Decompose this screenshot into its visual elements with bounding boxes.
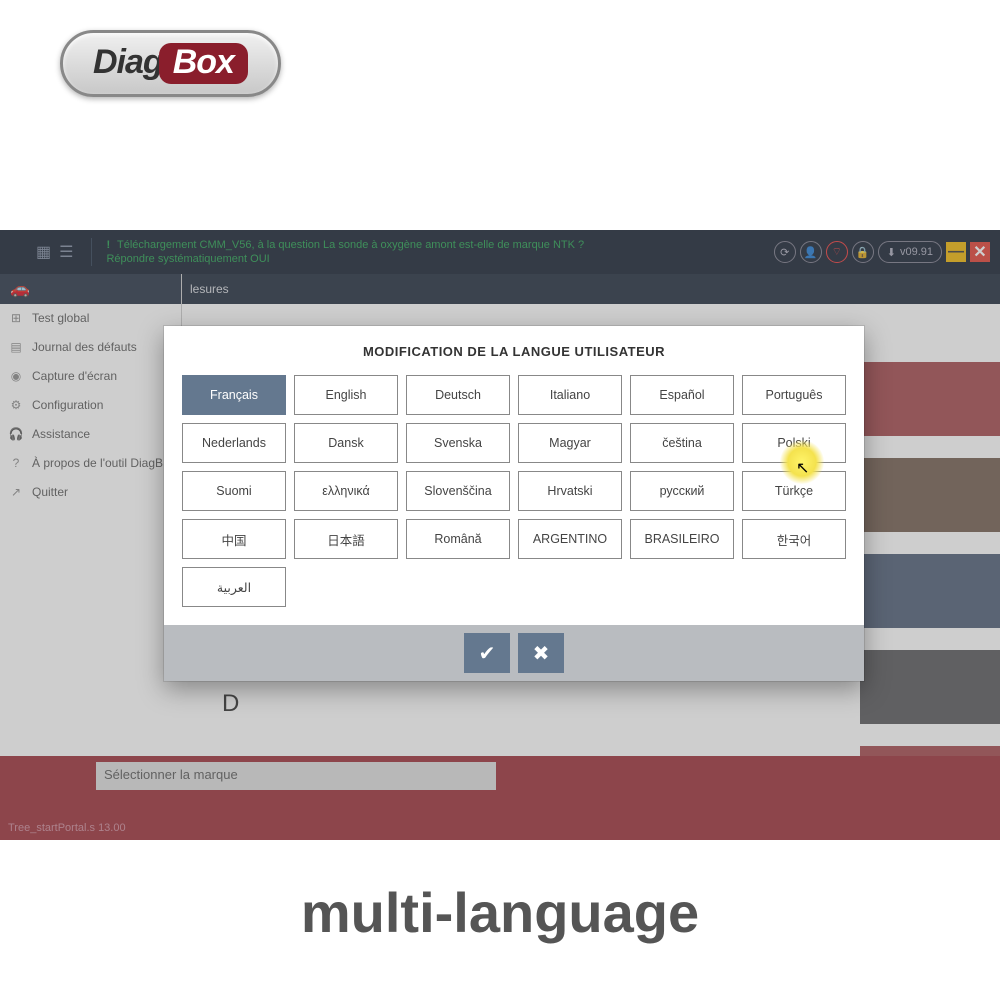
minimize-button[interactable]: — bbox=[946, 242, 966, 262]
sidebar-item-icon: ? bbox=[8, 456, 24, 470]
sidebar-item-4[interactable]: 🎧 Assistance bbox=[0, 420, 181, 449]
language-option[interactable]: русский bbox=[630, 471, 734, 511]
language-option[interactable]: Italiano bbox=[518, 375, 622, 415]
language-option[interactable]: ARGENTINO bbox=[518, 519, 622, 559]
brand-text-diag: Diag bbox=[93, 43, 163, 82]
brand-text-box: Box bbox=[159, 43, 248, 84]
list-view-icon[interactable]: ☰ bbox=[59, 242, 73, 262]
grid-view-icon[interactable]: ▦ bbox=[36, 242, 51, 262]
notice-banner: ! Téléchargement CMM_V56, à la question … bbox=[91, 238, 611, 267]
brand-logo: DiagBox bbox=[60, 30, 281, 97]
sidebar-item-1[interactable]: ▤ Journal des défauts bbox=[0, 333, 181, 362]
category-row[interactable] bbox=[860, 650, 1000, 724]
notice-text: Téléchargement CMM_V56, à la question La… bbox=[106, 239, 584, 265]
close-window-button[interactable]: ✕ bbox=[970, 242, 990, 262]
check-icon: ✔ bbox=[479, 641, 496, 666]
category-row[interactable] bbox=[860, 554, 1000, 628]
sidebar: 🚗 ⊞ Test global▤ Journal des défauts◉ Ca… bbox=[0, 274, 182, 507]
language-option[interactable]: Español bbox=[630, 375, 734, 415]
sidebar-item-3[interactable]: ⚙ Configuration bbox=[0, 391, 181, 420]
background-letter: D bbox=[222, 690, 239, 718]
sidebar-item-label: Configuration bbox=[32, 398, 103, 412]
car-icon: 🚗 bbox=[10, 279, 30, 299]
wifi-icon[interactable]: ⌔ bbox=[826, 241, 848, 263]
sidebar-item-label: Test global bbox=[32, 311, 89, 325]
lock-icon[interactable]: 🔒 bbox=[852, 241, 874, 263]
sidebar-item-icon: ↗ bbox=[8, 485, 24, 499]
sidebar-item-label: À propos de l'outil DiagB bbox=[32, 456, 163, 470]
language-option[interactable]: Magyar bbox=[518, 423, 622, 463]
language-option[interactable]: Slovenščina bbox=[406, 471, 510, 511]
modal-title: MODIFICATION DE LA LANGUE UTILISATEUR bbox=[164, 326, 864, 375]
language-option[interactable]: ελληνικά bbox=[294, 471, 398, 511]
sidebar-item-icon: ▤ bbox=[8, 340, 24, 354]
sidebar-item-label: Assistance bbox=[32, 427, 90, 441]
bottom-bar: Sélectionner la marque Tree_startPortal.… bbox=[0, 756, 1000, 840]
tree-path: Tree_startPortal.s 13.00 bbox=[8, 822, 126, 834]
top-bar: ▦ ☰ ! Téléchargement CMM_V56, à la quest… bbox=[0, 230, 1000, 274]
sidebar-item-label: Capture d'écran bbox=[32, 369, 117, 383]
sidebar-item-0[interactable]: ⊞ Test global bbox=[0, 304, 181, 333]
language-option[interactable]: Français bbox=[182, 375, 286, 415]
category-row[interactable] bbox=[860, 362, 1000, 436]
language-option[interactable]: English bbox=[294, 375, 398, 415]
language-option[interactable]: Português bbox=[742, 375, 846, 415]
download-icon: ⬇ bbox=[887, 246, 896, 259]
language-option[interactable]: čeština bbox=[630, 423, 734, 463]
language-grid: FrançaisEnglishDeutschItalianoEspañolPor… bbox=[164, 375, 864, 625]
app-window: ▦ ☰ ! Téléchargement CMM_V56, à la quest… bbox=[0, 230, 1000, 840]
sub-toolbar-label: lesures bbox=[190, 282, 229, 296]
language-option[interactable]: Română bbox=[406, 519, 510, 559]
cursor-icon: ↖ bbox=[796, 458, 809, 478]
user-icon[interactable]: 👤 bbox=[800, 241, 822, 263]
language-option[interactable]: Dansk bbox=[294, 423, 398, 463]
language-option[interactable]: BRASILEIRO bbox=[630, 519, 734, 559]
language-option[interactable]: Deutsch bbox=[406, 375, 510, 415]
language-option[interactable]: 日本語 bbox=[294, 519, 398, 559]
category-row[interactable] bbox=[860, 458, 1000, 532]
sidebar-item-6[interactable]: ↗ Quitter bbox=[0, 478, 181, 507]
refresh-icon[interactable]: ⟳ bbox=[774, 241, 796, 263]
vehicle-tab[interactable]: 🚗 bbox=[0, 274, 181, 304]
language-modal: MODIFICATION DE LA LANGUE UTILISATEUR Fr… bbox=[164, 326, 864, 681]
language-option[interactable]: العربية bbox=[182, 567, 286, 607]
sidebar-item-5[interactable]: ? À propos de l'outil DiagB bbox=[0, 449, 181, 478]
version-badge[interactable]: ⬇ v09.91 bbox=[878, 241, 942, 263]
confirm-button[interactable]: ✔ bbox=[464, 633, 510, 673]
language-option[interactable]: Nederlands bbox=[182, 423, 286, 463]
sidebar-item-label: Journal des défauts bbox=[32, 340, 137, 354]
cancel-button[interactable]: ✖ bbox=[518, 633, 564, 673]
language-option[interactable]: Svenska bbox=[406, 423, 510, 463]
sidebar-item-label: Quitter bbox=[32, 485, 68, 499]
image-caption: multi-language bbox=[0, 880, 1000, 945]
sidebar-item-2[interactable]: ◉ Capture d'écran bbox=[0, 362, 181, 391]
close-icon: ✖ bbox=[533, 641, 550, 666]
language-option[interactable]: Suomi bbox=[182, 471, 286, 511]
language-option[interactable]: 한국어 bbox=[742, 519, 846, 559]
brand-select[interactable]: Sélectionner la marque bbox=[96, 762, 496, 790]
language-option[interactable]: Hrvatski bbox=[518, 471, 622, 511]
language-option[interactable]: 中国 bbox=[182, 519, 286, 559]
sidebar-item-icon: ◉ bbox=[8, 369, 24, 383]
sidebar-item-icon: ⊞ bbox=[8, 311, 24, 325]
sidebar-item-icon: ⚙ bbox=[8, 398, 24, 412]
modal-footer: ✔ ✖ bbox=[164, 625, 864, 681]
alert-icon: ! bbox=[106, 239, 110, 251]
sidebar-item-icon: 🎧 bbox=[8, 427, 24, 441]
